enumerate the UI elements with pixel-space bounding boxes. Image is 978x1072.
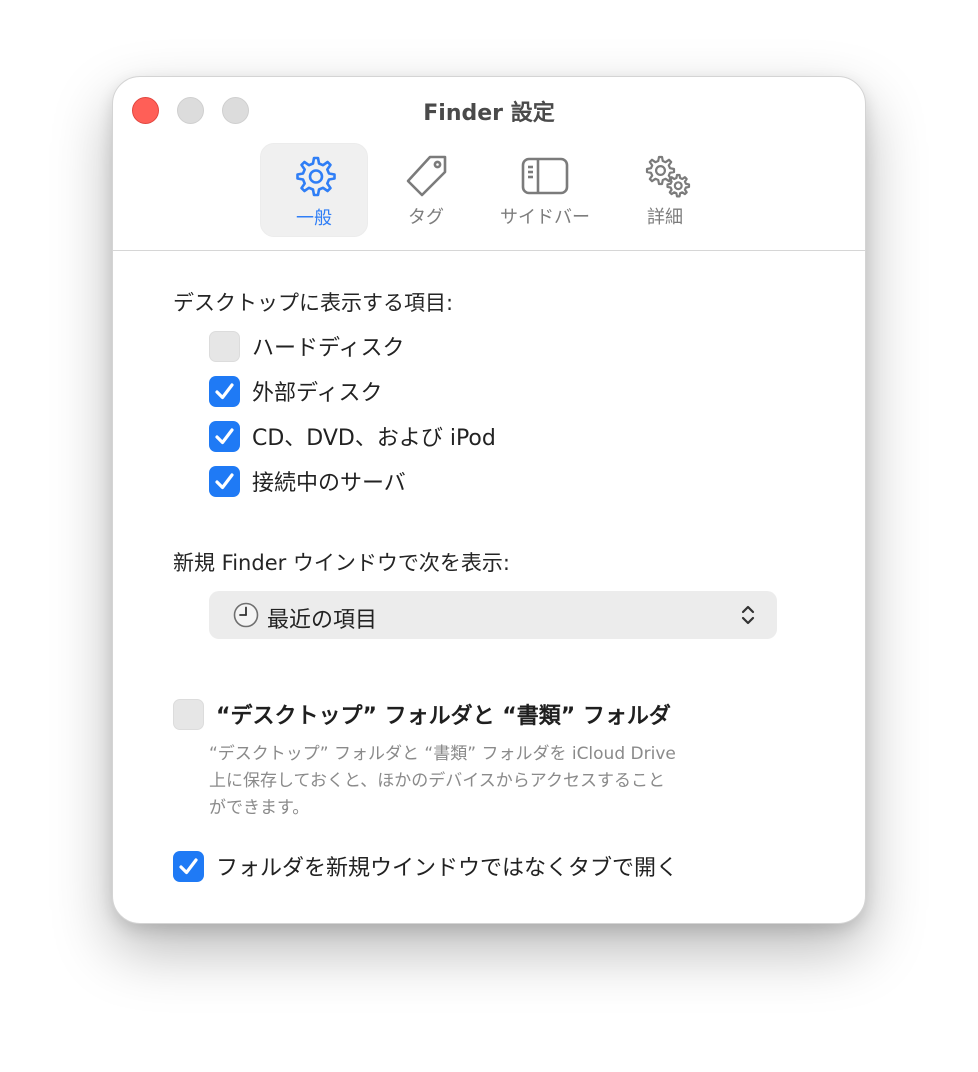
open-folders-in-tabs-label: フォルダを新規ウインドウではなくタブで開く <box>216 856 679 881</box>
sidebar-icon <box>519 151 571 203</box>
popup-selected-value: 最近の項目 <box>267 608 378 633</box>
connected-servers-checkbox[interactable] <box>209 465 240 497</box>
desktop-documents-folders-checkbox[interactable] <box>173 698 204 730</box>
finder-settings-window: Finder 設定 一般 タグ サイドバー 詳細 デスクトップに表示する項目: … <box>112 76 866 924</box>
new-window-target-popup[interactable]: 最近の項目 <box>209 591 777 639</box>
desktop-documents-folders-option[interactable]: “デスクトップ” フォルダと “書類” フォルダ <box>173 697 671 731</box>
hard-disk-option[interactable]: ハードディスク <box>209 329 404 363</box>
connected-servers-label: 接続中のサーバ <box>252 471 406 496</box>
open-folders-in-tabs-option[interactable]: フォルダを新規ウインドウではなくタブで開く <box>173 849 678 883</box>
hard-disk-label: ハードディスク <box>252 336 405 361</box>
connected-servers-option[interactable]: 接続中のサーバ <box>209 464 406 498</box>
tab-tags[interactable]: タグ <box>372 143 480 237</box>
hard-disk-checkbox[interactable] <box>209 330 240 362</box>
tab-advanced-label: 詳細 <box>647 207 683 228</box>
desktop-documents-folders-label: “デスクトップ” フォルダと “書類” フォルダ <box>216 704 671 729</box>
toolbar-divider <box>113 250 865 251</box>
gear-icon <box>288 152 340 204</box>
gears-icon <box>639 151 691 203</box>
settings-toolbar: 一般 タグ サイドバー 詳細 <box>113 141 865 251</box>
desktop-items-heading: デスクトップに表示する項目: <box>173 291 454 315</box>
checkmark-icon <box>215 472 234 489</box>
new-window-heading: 新規 Finder ウインドウで次を表示: <box>173 551 511 575</box>
checkmark-icon <box>215 382 234 399</box>
external-disks-label: 外部ディスク <box>252 381 383 406</box>
tab-general-label: 一般 <box>296 208 332 229</box>
cd-dvd-ipod-label: CD、DVD、および iPod <box>252 426 496 451</box>
tab-advanced[interactable]: 詳細 <box>611 143 719 237</box>
help-line: 上に保存しておくと、ほかのデバイスからアクセスすること <box>209 771 665 791</box>
tab-sidebar-label: サイドバー <box>500 207 590 228</box>
checkmark-icon <box>179 857 198 874</box>
tag-icon <box>400 151 452 203</box>
cd-dvd-ipod-option[interactable]: CD、DVD、および iPod <box>209 419 496 453</box>
cd-dvd-ipod-checkbox[interactable] <box>209 420 240 452</box>
open-folders-in-tabs-checkbox[interactable] <box>173 850 204 882</box>
help-line: ができます。 <box>209 798 310 818</box>
icloud-help-text: “デスクトップ” フォルダと “書類” フォルダを iCloud Drive 上… <box>209 741 729 822</box>
clock-icon <box>233 602 259 632</box>
window-title: Finder 設定 <box>423 101 555 126</box>
chevron-up-down-icon <box>739 603 757 631</box>
help-line: “デスクトップ” フォルダと “書類” フォルダを iCloud Drive <box>209 744 676 764</box>
tab-general[interactable]: 一般 <box>260 143 368 237</box>
external-disks-checkbox[interactable] <box>209 375 240 407</box>
tab-sidebar[interactable]: サイドバー <box>483 143 607 237</box>
checkmark-icon <box>215 427 234 444</box>
external-disks-option[interactable]: 外部ディスク <box>209 374 382 408</box>
tab-tags-label: タグ <box>408 207 444 228</box>
